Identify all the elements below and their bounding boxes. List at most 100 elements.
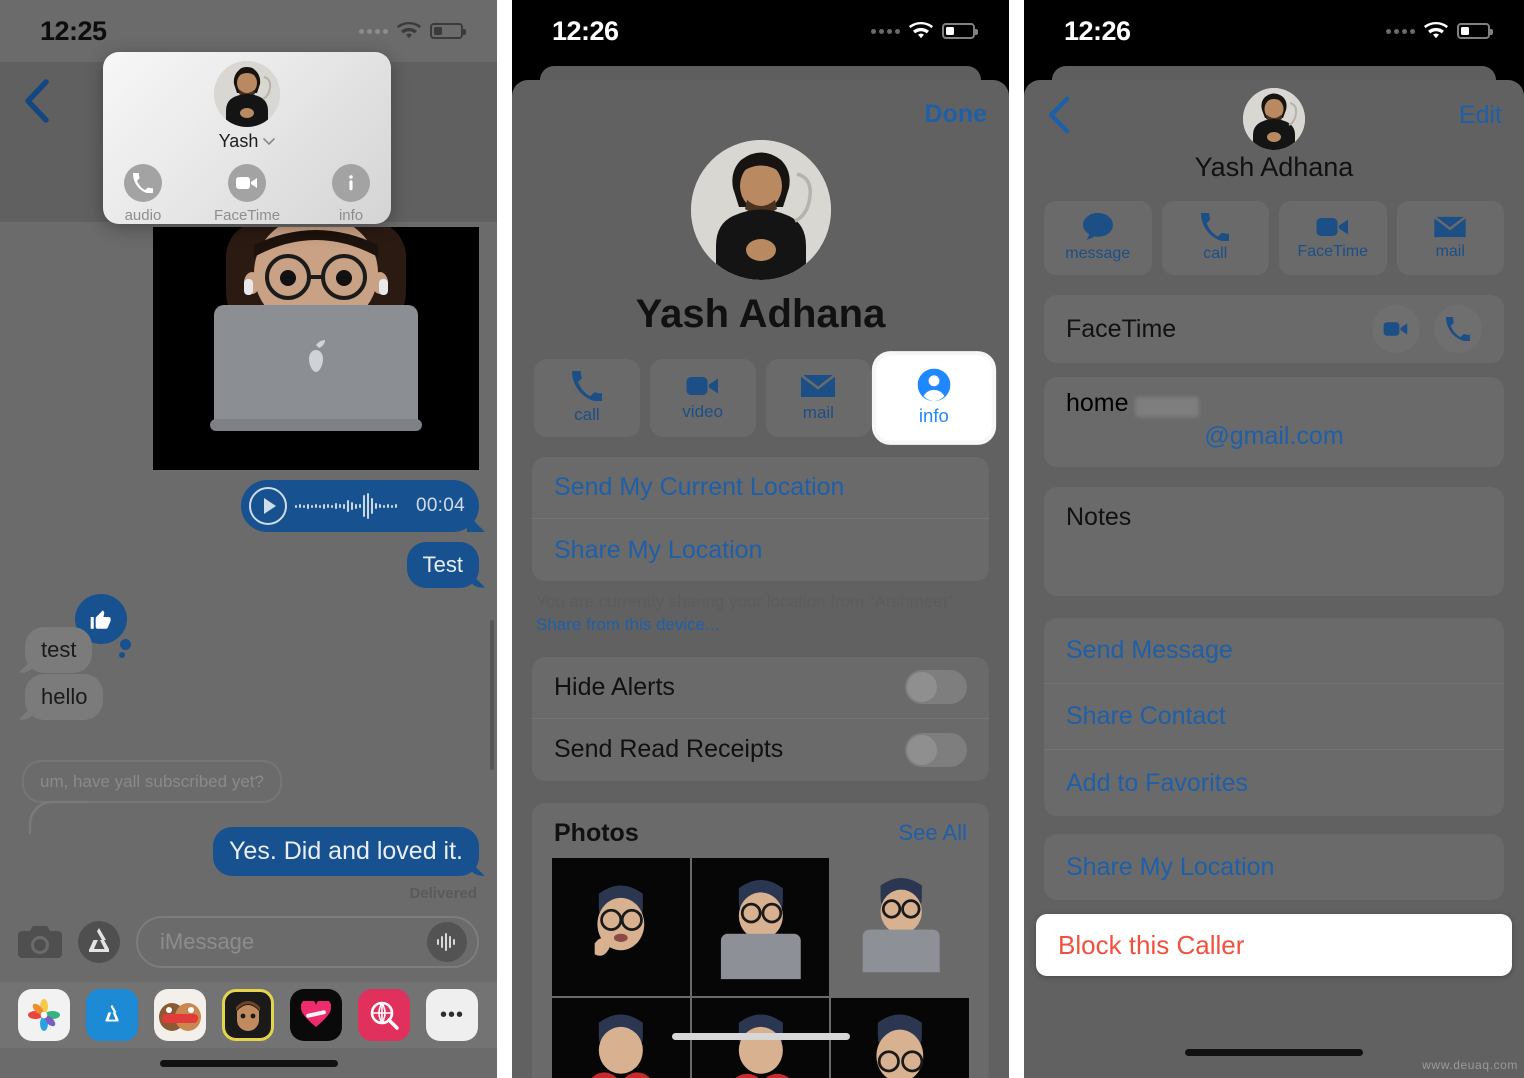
image-search-icon[interactable] [358, 989, 410, 1041]
photo-thumbnail[interactable] [552, 857, 690, 996]
avatar [214, 61, 280, 127]
facetime-row[interactable]: FaceTime [1044, 295, 1504, 363]
email-value-row[interactable]: @gmail.com [1044, 422, 1504, 467]
photos-header: Photos See All [532, 803, 989, 858]
email-group: home @gmail.com [1044, 377, 1504, 467]
envelope-icon [1434, 215, 1467, 238]
battery-icon [1457, 23, 1493, 39]
action-facetime[interactable]: FaceTime [1279, 201, 1387, 275]
facetime-video-button[interactable] [1372, 305, 1420, 353]
location-sharing-note: You are currently sharing your location … [512, 581, 1009, 637]
scrollbar[interactable] [490, 620, 494, 770]
camera-icon[interactable] [18, 924, 62, 960]
send-current-location-row[interactable]: Send My Current Location [532, 457, 989, 519]
block-this-caller-row[interactable]: Block this Caller [1036, 914, 1512, 976]
popup-contact-name-row[interactable]: Yash [219, 131, 276, 152]
home-indicator [1185, 1049, 1363, 1056]
status-time: 12:26 [1064, 15, 1131, 46]
popup-action-facetime[interactable]: FaceTime [214, 164, 280, 224]
battery-icon [942, 23, 978, 39]
status-time: 12:25 [40, 15, 107, 46]
see-all-link[interactable]: See All [899, 820, 968, 846]
row-label: Send Read Receipts [554, 735, 784, 764]
send-message-row[interactable]: Send Message [1044, 618, 1504, 684]
action-call[interactable]: call [534, 359, 640, 437]
avatar[interactable] [1243, 88, 1305, 150]
row-label: Hide Alerts [554, 672, 675, 701]
action-mail[interactable]: mail [1396, 201, 1504, 275]
message-bubble[interactable]: hello [25, 674, 104, 720]
action-label: info [919, 405, 950, 427]
app-store-icon[interactable] [76, 919, 122, 965]
avatar[interactable] [690, 140, 831, 280]
audio-waveform-icon[interactable] [427, 922, 467, 962]
share-my-location-row[interactable]: Share My Location [532, 519, 989, 581]
add-to-favorites-row[interactable]: Add to Favorites [1044, 750, 1504, 816]
contact-name: Yash Adhana [1194, 152, 1354, 182]
send-read-receipts-row[interactable]: Send Read Receipts [532, 719, 989, 781]
row-label: Add to Favorites [1066, 768, 1249, 797]
photo-thumbnail[interactable] [691, 857, 830, 996]
action-mail[interactable]: mail [765, 359, 872, 437]
row-label: Send My Current Location [554, 473, 845, 501]
action-info[interactable]: info [876, 355, 992, 441]
status-bar: 12:26 [512, 0, 1009, 62]
photo-thumbnail[interactable] [552, 997, 690, 1078]
memoji-app-icon[interactable] [222, 989, 274, 1041]
edit-button[interactable]: Edit [1459, 101, 1502, 130]
action-label: message [1065, 245, 1131, 262]
popup-action-audio[interactable]: audio [123, 164, 162, 224]
popup-action-info[interactable]: info [332, 164, 371, 224]
play-button[interactable] [249, 487, 287, 525]
email-label: home [1066, 389, 1129, 417]
contact-name: Yash Adhana [635, 292, 886, 336]
memoji-stickers-icon[interactable] [154, 989, 206, 1041]
hide-alerts-row[interactable]: Hide Alerts [532, 657, 989, 719]
photo-thumbnail[interactable] [831, 997, 969, 1078]
row-label: Share My Location [1066, 852, 1275, 881]
share-my-location-row[interactable]: Share My Location [1044, 834, 1504, 900]
redacted-badge [1134, 396, 1199, 417]
app-store-icon[interactable] [86, 989, 138, 1041]
message-bubble[interactable]: Yes. Did and loved it. [213, 827, 479, 877]
panel-divider [497, 0, 512, 1078]
delivery-status: Delivered [409, 885, 477, 902]
note-text: You are currently sharing your location … [536, 592, 958, 611]
facetime-audio-button[interactable] [1434, 305, 1482, 353]
row-label: Share My Location [554, 535, 763, 564]
notes-field[interactable]: Notes [1044, 487, 1504, 596]
row-label: Send Message [1066, 636, 1233, 664]
popup-action-label: FaceTime [213, 207, 281, 224]
more-options-icon[interactable]: ••• [426, 989, 478, 1041]
message-bubble[interactable]: test [25, 627, 93, 673]
audio-message-bubble[interactable]: 00:04 [241, 480, 479, 532]
block-label: Block this Caller [1058, 929, 1245, 960]
hide-alerts-toggle[interactable] [905, 670, 967, 705]
phone-icon [123, 164, 162, 202]
message-bubble[interactable]: Test [406, 542, 479, 588]
action-call[interactable]: call [1161, 201, 1269, 275]
send-read-receipts-toggle[interactable] [905, 732, 967, 767]
imessage-app-tray: ••• [0, 982, 497, 1048]
photos-app-icon[interactable] [18, 989, 70, 1041]
imessage-input[interactable]: iMessage [136, 916, 479, 968]
share-from-this-device-link[interactable]: Share from this device... [536, 615, 719, 634]
action-video[interactable]: video [649, 359, 756, 437]
signal-dots-icon [1386, 28, 1415, 34]
contact-links-group: Send Message Share Contact Add to Favori… [1044, 618, 1504, 816]
share-contact-row[interactable]: Share Contact [1044, 684, 1504, 750]
back-chevron-icon[interactable] [1046, 96, 1072, 134]
back-chevron-icon[interactable] [20, 78, 52, 124]
sheet-header: Done [512, 80, 1009, 134]
photo-thumbnail[interactable] [831, 857, 969, 996]
message-bubble-icon [1082, 213, 1113, 240]
email-label-row: home [1044, 377, 1504, 422]
digital-touch-icon[interactable] [290, 989, 342, 1041]
done-button[interactable]: Done [925, 100, 988, 129]
email-value: @gmail.com [1204, 422, 1344, 450]
action-message[interactable]: message [1044, 201, 1152, 275]
message-row-incoming: test [25, 627, 93, 673]
action-label: mail [802, 403, 834, 422]
message-image-attachment[interactable] [153, 227, 479, 470]
photos-grid [532, 857, 989, 1078]
